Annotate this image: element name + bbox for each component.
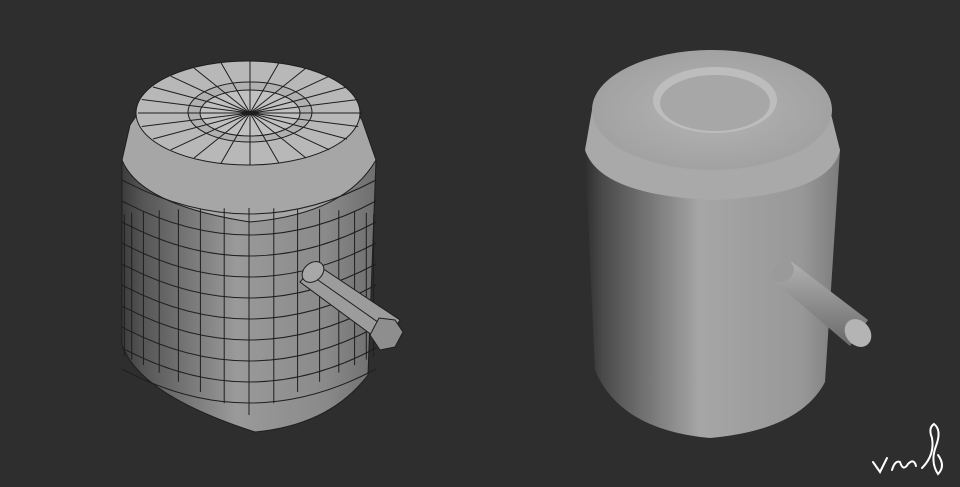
viewport-canvas <box>121 50 943 476</box>
3d-viewport[interactable] <box>0 0 960 487</box>
wireframe-cylinder[interactable] <box>121 60 404 433</box>
smooth-cylinder[interactable] <box>585 50 877 438</box>
smooth-inset <box>660 75 770 131</box>
artist-signature <box>872 422 943 476</box>
